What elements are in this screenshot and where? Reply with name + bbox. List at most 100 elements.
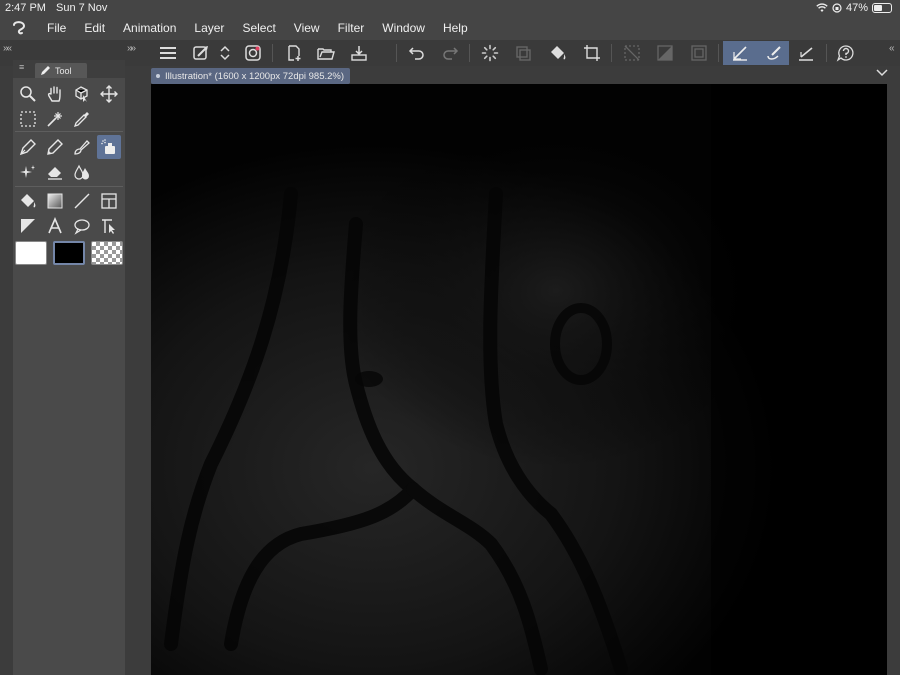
crop-button[interactable] xyxy=(579,41,605,65)
text-a-icon xyxy=(48,217,62,234)
hand-tool-button[interactable] xyxy=(43,82,67,106)
selection-border-disabled-icon[interactable] xyxy=(686,41,712,65)
orientation-lock-icon xyxy=(832,3,842,13)
status-date: Sun 7 Nov xyxy=(56,2,108,14)
expand-panel-icon[interactable]: »» xyxy=(127,43,136,54)
line-icon xyxy=(74,193,90,209)
frame-border-tool-button[interactable] xyxy=(97,189,121,213)
menu-view[interactable]: View xyxy=(285,21,329,35)
battery-icon xyxy=(872,3,892,13)
wifi-icon xyxy=(816,3,828,13)
panel-menu-icon[interactable]: ≡ xyxy=(19,62,24,72)
open-folder-button[interactable] xyxy=(313,41,339,65)
unsaved-dot-icon xyxy=(156,74,160,78)
menu-animation[interactable]: Animation xyxy=(114,21,185,35)
menu-select[interactable]: Select xyxy=(233,21,284,35)
main-menu-button[interactable] xyxy=(155,41,181,65)
balloon-tool-button[interactable] xyxy=(70,214,94,238)
menu-window[interactable]: Window xyxy=(373,21,434,35)
new-canvas-button[interactable] xyxy=(281,41,307,65)
canvas-area: Illustration* (1600 x 1200px 72dpi 985.2… xyxy=(125,66,900,675)
transform-disabled-icon[interactable] xyxy=(510,41,536,65)
blend-drops-icon xyxy=(74,164,89,180)
panel-layout-icon xyxy=(101,193,117,209)
save-button[interactable] xyxy=(346,41,372,65)
ruler-tool-button[interactable] xyxy=(16,214,40,238)
tool-tab-strip: ≡ Tool xyxy=(13,60,125,78)
transparent-color-swatch[interactable] xyxy=(91,241,123,265)
help-button[interactable] xyxy=(833,41,859,65)
figure-tool-button[interactable] xyxy=(70,189,94,213)
speech-balloon-icon xyxy=(74,219,90,235)
ruler-triangle-icon xyxy=(21,219,35,233)
auto-select-tool-button[interactable] xyxy=(43,107,67,131)
share-record-button[interactable] xyxy=(240,41,266,65)
loading-spinner-icon[interactable] xyxy=(477,41,503,65)
clear-selection-disabled-icon[interactable] xyxy=(619,41,645,65)
menu-file[interactable]: File xyxy=(38,21,75,35)
menu-edit[interactable]: Edit xyxy=(75,21,114,35)
up-down-arrows-icon[interactable] xyxy=(214,41,236,65)
tool-tab[interactable]: Tool xyxy=(35,63,87,78)
status-bar: 2:47 PM Sun 7 Nov 47% xyxy=(0,0,900,16)
sub-color-swatch[interactable] xyxy=(53,241,85,265)
tool-tab-pen-icon xyxy=(41,66,50,75)
pen-tool-button[interactable] xyxy=(16,135,40,159)
status-indicators: 47% xyxy=(816,2,892,14)
toolbar-divider xyxy=(396,44,397,62)
brush-stabilizer-button[interactable] xyxy=(756,41,789,65)
sparkle-icon xyxy=(20,165,35,178)
undo-button[interactable] xyxy=(404,41,430,65)
operation-tool-button[interactable] xyxy=(70,82,94,106)
brush-icon xyxy=(74,140,90,155)
zoom-tool-button[interactable] xyxy=(16,82,40,106)
menu-filter[interactable]: Filter xyxy=(329,21,374,35)
menu-bar: File Edit Animation Layer Select View Fi… xyxy=(0,16,900,40)
tool-panel: ≡ Tool xyxy=(13,60,125,675)
expand-right-icon[interactable]: « xyxy=(889,43,894,54)
document-tab-label: Illustration* (1600 x 1200px 72dpi 985.2… xyxy=(165,70,345,82)
correct-line-tool-button[interactable] xyxy=(97,214,121,238)
hand-icon xyxy=(47,86,61,102)
blend-tool-button[interactable] xyxy=(70,160,94,184)
companion-mode-button[interactable] xyxy=(188,41,214,65)
redo-button[interactable] xyxy=(437,41,463,65)
object-select-icon xyxy=(75,86,88,102)
main-color-swatch[interactable] xyxy=(15,241,47,265)
fill-bucket-button[interactable] xyxy=(545,41,571,65)
text-tool-button[interactable] xyxy=(43,214,67,238)
expand-left-icon[interactable]: »« xyxy=(3,43,12,54)
invert-selection-disabled-icon[interactable] xyxy=(652,41,678,65)
brush-tool-button[interactable] xyxy=(70,135,94,159)
pen-nib-icon xyxy=(19,139,36,156)
eraser-tool-button[interactable] xyxy=(43,160,67,184)
marquee-icon xyxy=(20,111,36,127)
move-layer-tool-button[interactable] xyxy=(97,82,121,106)
fill-tool-button[interactable] xyxy=(16,189,40,213)
move-arrows-icon xyxy=(100,85,118,103)
airbrush-tool-button[interactable] xyxy=(97,135,121,159)
stroke-correction-pen-button[interactable] xyxy=(723,41,756,65)
toolbar-divider xyxy=(826,44,827,62)
toolbar-divider xyxy=(611,44,612,62)
decoration-tool-button[interactable] xyxy=(16,160,40,184)
toolbar-divider xyxy=(272,44,273,62)
status-time: 2:47 PM xyxy=(5,2,46,14)
pencil-tool-button[interactable] xyxy=(43,135,67,159)
document-tab[interactable]: Illustration* (1600 x 1200px 72dpi 985.2… xyxy=(151,68,351,84)
app-logo-icon[interactable] xyxy=(0,20,38,36)
ruler-snap-button[interactable] xyxy=(793,41,819,65)
menu-help[interactable]: Help xyxy=(434,21,477,35)
gradient-tool-button[interactable] xyxy=(43,189,67,213)
menu-layer[interactable]: Layer xyxy=(185,21,233,35)
drawing-canvas[interactable] xyxy=(151,84,887,675)
chevron-down-icon[interactable] xyxy=(876,68,888,78)
battery-percent: 47% xyxy=(845,2,868,14)
eyedropper-icon xyxy=(73,112,89,128)
airbrush-icon xyxy=(101,139,115,154)
canvas-artwork xyxy=(151,84,887,675)
correct-line-icon xyxy=(102,219,115,234)
selection-tool-button[interactable] xyxy=(16,107,40,131)
magnifier-icon xyxy=(20,86,36,102)
eyedropper-tool-button[interactable] xyxy=(70,107,94,131)
